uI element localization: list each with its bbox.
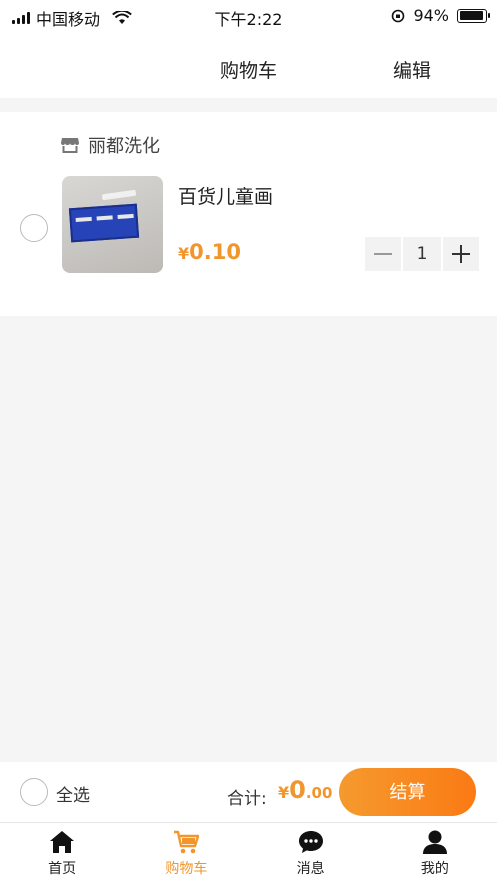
rotation-lock-icon bbox=[392, 9, 405, 22]
tab-messages[interactable]: 消息 bbox=[249, 823, 373, 883]
tab-cart-label: 购物车 bbox=[165, 861, 208, 877]
price-value: 0.10 bbox=[189, 240, 241, 264]
product-image[interactable] bbox=[62, 176, 163, 273]
total-amount: ¥0.00 bbox=[278, 776, 332, 804]
total-int: 0 bbox=[289, 776, 306, 804]
shop-name: 丽都洗化 bbox=[88, 136, 160, 157]
home-icon bbox=[50, 831, 75, 853]
tab-messages-label: 消息 bbox=[296, 861, 325, 877]
select-all-label[interactable]: 全选 bbox=[56, 781, 90, 806]
battery-percent: 94% bbox=[413, 6, 449, 25]
quantity-stepper: 1 bbox=[365, 237, 479, 271]
quantity-value[interactable]: 1 bbox=[403, 237, 441, 271]
product-title[interactable]: 百货儿童画 bbox=[178, 182, 273, 209]
decrease-button[interactable] bbox=[365, 237, 401, 271]
tab-profile-label: 我的 bbox=[420, 861, 449, 877]
select-all-radio[interactable] bbox=[20, 778, 48, 806]
status-right: 94% bbox=[391, 6, 490, 25]
item-select-radio[interactable] bbox=[20, 214, 48, 242]
shop-header[interactable]: 丽都洗化 bbox=[60, 132, 160, 158]
increase-button[interactable] bbox=[443, 237, 479, 271]
message-icon bbox=[298, 831, 323, 853]
total-label: 合计: bbox=[227, 789, 267, 809]
tab-profile[interactable]: 我的 bbox=[373, 823, 497, 883]
product-price: ¥0.10 bbox=[178, 240, 241, 264]
store-icon bbox=[61, 138, 79, 153]
total-dec: .00 bbox=[305, 784, 333, 802]
cart-icon bbox=[174, 830, 200, 854]
tab-home-label: 首页 bbox=[48, 861, 77, 877]
status-bar: 中国移动 下午2:22 94% bbox=[0, 0, 497, 32]
price-symbol: ¥ bbox=[178, 244, 190, 263]
tab-cart[interactable]: 购物车 bbox=[124, 823, 248, 883]
checkout-button[interactable]: 结算 bbox=[339, 768, 476, 816]
edit-button[interactable]: 编辑 bbox=[393, 56, 431, 83]
battery-icon bbox=[457, 8, 490, 23]
total-symbol: ¥ bbox=[278, 783, 290, 802]
minus-icon bbox=[374, 253, 392, 255]
tab-home[interactable]: 首页 bbox=[0, 823, 124, 883]
checkout-bar: 全选 合计: ¥0.00 结算 bbox=[0, 762, 497, 823]
shop-card: 丽都洗化 百货儿童画 ¥0.10 1 bbox=[0, 112, 497, 316]
tab-bar: 首页 购物车 消息 我的 bbox=[0, 823, 497, 883]
user-icon bbox=[422, 830, 447, 854]
nav-bar: 购物车 编辑 bbox=[0, 32, 497, 98]
